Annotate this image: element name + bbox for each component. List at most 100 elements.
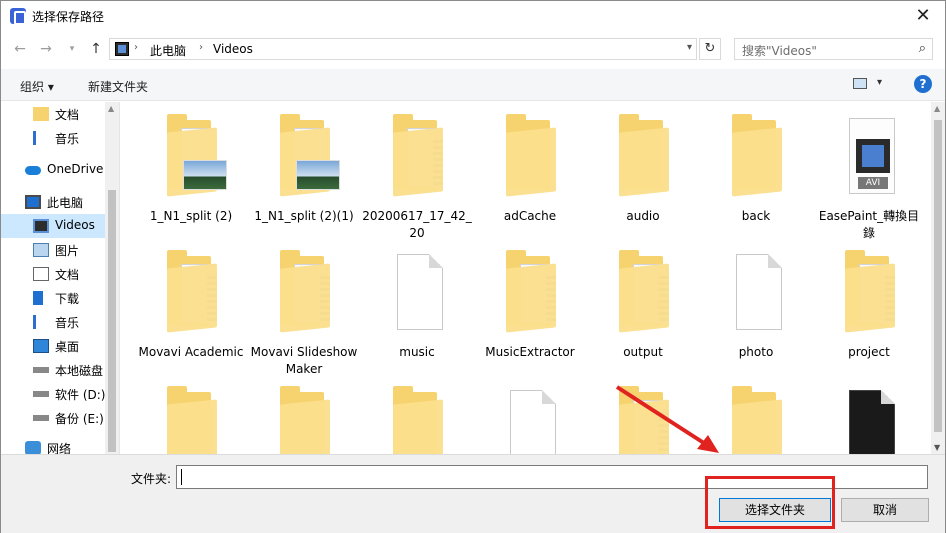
scroll-up-icon[interactable]: ▲ (934, 104, 940, 113)
file-item[interactable] (813, 376, 925, 454)
folder-icon (619, 114, 679, 197)
forward-arrow-icon[interactable]: → (37, 39, 55, 59)
cloud-icon (25, 166, 41, 175)
arrow-head (697, 435, 719, 453)
download-icon (33, 291, 43, 305)
file-list-scroll-thumb[interactable] (934, 120, 942, 432)
search-icon[interactable]: ⌕ (919, 41, 926, 56)
sidebar-item-label: 文档 (55, 268, 80, 282)
file-item[interactable]: 1_N1_split (2)(1) (248, 104, 360, 238)
pane-divider[interactable] (119, 102, 120, 454)
folder-icon (506, 250, 566, 333)
cancel-button[interactable]: 取消 (841, 498, 929, 522)
file-item[interactable]: music (361, 240, 473, 374)
file-item[interactable]: Movavi Academic (135, 240, 247, 374)
document-icon (736, 254, 782, 330)
sidebar-item-label: Videos (55, 218, 95, 232)
file-item[interactable]: photo (700, 240, 812, 374)
navigation-pane: ▲ 文档 音乐 OneDrive 此电脑 Videos 图片 文档 下载 音乐 桌面 本地磁盘 软件 … (1, 102, 119, 454)
file-item[interactable]: MusicExtractor (474, 240, 586, 374)
sidebar-item-5[interactable]: 图片 (1, 238, 105, 262)
document-icon (510, 390, 556, 454)
folder-icon (393, 114, 453, 197)
sidebar-item-2[interactable]: OneDrive (1, 158, 105, 182)
folder-icon (280, 114, 340, 197)
file-item[interactable] (248, 376, 360, 454)
view-options-icon[interactable] (853, 78, 867, 89)
file-item-label: audio (626, 209, 660, 223)
save-path-dialog: 选择保存路径 ✕ ← → ▾ ↑ › 此电脑 › Videos ▾ ↻ 搜索"V… (0, 0, 946, 533)
sidebar-item-label: 本地磁盘 (55, 364, 104, 378)
annotation-arrow (615, 385, 719, 453)
sidebar-item-11[interactable]: 软件 (D:) (1, 382, 105, 406)
sidebar-item-6[interactable]: 文档 (1, 262, 105, 286)
file-item-label: Movavi Slideshow Maker (250, 345, 358, 376)
sidebar-scroll-thumb[interactable] (108, 190, 116, 452)
sidebar-item-0[interactable]: 文档 (1, 102, 105, 126)
sidebar-item-7[interactable]: 下载 (1, 286, 105, 310)
file-item[interactable] (361, 376, 473, 454)
sidebar-item-10[interactable]: 本地磁盘 (1, 358, 105, 382)
help-icon[interactable]: ? (914, 75, 932, 93)
sidebar-item-12[interactable]: 备份 (E:) (1, 406, 105, 430)
file-item-label: 1_N1_split (2) (149, 209, 233, 223)
file-item[interactable]: 20200617_17_42_20 (361, 104, 473, 240)
pictures-icon (33, 243, 49, 257)
organize-menu[interactable]: 组织 ▾ (20, 78, 54, 95)
title-bar: 选择保存路径 ✕ (1, 1, 945, 32)
sidebar-item-13[interactable]: 网络 (1, 436, 105, 454)
folder-icon (732, 386, 792, 454)
back-arrow-icon[interactable]: ← (11, 39, 29, 59)
view-dropdown-icon[interactable]: ▾ (877, 77, 882, 88)
file-item[interactable]: AVI EasePaint_轉換目錄 (813, 104, 925, 240)
sidebar-scrollbar[interactable]: ▲ (105, 102, 119, 454)
recent-chevron-icon[interactable]: ▾ (63, 39, 81, 59)
navigation-row: ← → ▾ ↑ › 此电脑 › Videos ▾ ↻ 搜索"Videos" ⌕ (1, 37, 945, 63)
file-item-label: back (741, 209, 771, 223)
music-icon (33, 315, 42, 329)
new-folder-button[interactable]: 新建文件夹 (88, 78, 148, 95)
sidebar-item-3[interactable]: 此电脑 (1, 190, 105, 214)
file-item[interactable] (135, 376, 247, 454)
scroll-down-icon[interactable]: ▼ (934, 443, 940, 452)
sidebar-item-label: 网络 (47, 442, 72, 454)
file-item[interactable]: 1_N1_split (2) (135, 104, 247, 238)
sidebar-item-4[interactable]: Videos (1, 214, 105, 238)
file-item[interactable]: adCache (474, 104, 586, 238)
sidebar-item-label: 备份 (E:) (55, 412, 104, 426)
file-item[interactable]: audio (587, 104, 699, 238)
breadcrumb-separator-icon[interactable]: › (134, 42, 138, 53)
sidebar-item-9[interactable]: 桌面 (1, 334, 105, 358)
breadcrumb-separator-icon[interactable]: › (199, 42, 203, 53)
avi-file-icon: AVI (849, 118, 895, 194)
file-item[interactable]: back (700, 104, 812, 238)
file-item-label: 20200617_17_42_20 (362, 209, 472, 240)
file-list-scrollbar[interactable]: ▲ ▼ (931, 102, 945, 454)
network-icon (25, 441, 41, 454)
search-box[interactable]: 搜索"Videos" ⌕ (734, 38, 933, 60)
file-item[interactable]: Movavi Slideshow Maker (248, 240, 360, 376)
up-arrow-icon[interactable]: ↑ (87, 39, 105, 59)
file-item[interactable]: project (813, 240, 925, 374)
file-item[interactable] (474, 376, 586, 454)
video-thumbnail-icon (849, 390, 895, 454)
folder-icon (393, 386, 453, 454)
video-icon (33, 219, 49, 233)
documents-icon (33, 267, 49, 281)
close-icon[interactable]: ✕ (911, 5, 935, 27)
breadcrumb-videos[interactable]: Videos (213, 42, 253, 56)
sidebar-item-label: 文档 (55, 108, 80, 122)
sidebar-item-8[interactable]: 音乐 (1, 310, 105, 334)
address-bar[interactable]: › 此电脑 › Videos ▾ (109, 38, 697, 60)
file-item-label: Movavi Academic (138, 345, 244, 359)
folder-icon (280, 250, 340, 333)
refresh-button[interactable]: ↻ (699, 38, 721, 60)
file-item[interactable]: output (587, 240, 699, 374)
search-placeholder[interactable]: 搜索"Videos" (742, 42, 817, 59)
breadcrumb-this-pc[interactable]: 此电脑 (150, 42, 186, 59)
address-dropdown-icon[interactable]: ▾ (687, 42, 692, 53)
app-icon (10, 8, 26, 25)
sidebar-item-1[interactable]: 音乐 (1, 126, 105, 150)
folder-icon (619, 250, 679, 333)
scroll-up-icon[interactable]: ▲ (108, 104, 114, 113)
